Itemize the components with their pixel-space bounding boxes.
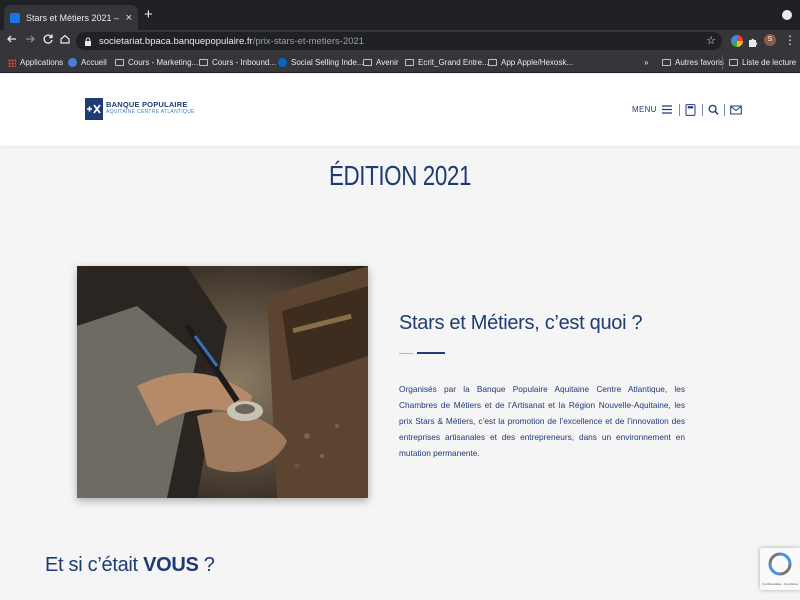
divider <box>399 353 413 354</box>
tab-title: Stars et Métiers 2021 – Societ <box>26 12 122 23</box>
url-path: /prix-stars-et-metiers-2021 <box>252 35 365 47</box>
site-header: BANQUE POPULAIRE AQUITAINE CENTRE ATLANT… <box>0 74 800 146</box>
bookmark-social-selling[interactable]: Social Selling Inde... <box>278 55 364 70</box>
back-icon[interactable] <box>5 33 19 47</box>
reading-list-icon <box>729 59 738 66</box>
home-icon[interactable] <box>58 33 72 47</box>
page-icon <box>488 59 497 66</box>
bookmark-star-icon[interactable]: ☆ <box>706 34 716 47</box>
extension-color-icon[interactable] <box>731 35 743 47</box>
profile-avatar[interactable]: S <box>764 34 776 46</box>
header-separator <box>724 104 725 116</box>
bookmark-applications[interactable]: Applications <box>8 55 63 70</box>
new-tab-button[interactable]: + <box>144 7 153 23</box>
edition-title: ÉDITION 2021 <box>328 160 472 191</box>
recaptcha-links[interactable]: Confidentialité - Conditions <box>762 582 798 586</box>
close-tab-icon[interactable]: × <box>126 12 132 24</box>
reading-list[interactable]: Liste de lecture <box>722 55 796 70</box>
bookmark-cours-marketing[interactable]: Cours - Marketing... <box>115 55 198 70</box>
favicon-icon <box>10 12 20 23</box>
page-icon <box>115 59 124 66</box>
section-description: Organisés par la Banque Populaire Aquita… <box>399 384 685 458</box>
page-icon <box>199 59 208 66</box>
browser-toolbar: societariat.bpaca.banquepopulaire.fr /pr… <box>0 30 800 52</box>
address-bar[interactable]: societariat.bpaca.banquepopulaire.fr /pr… <box>76 32 722 50</box>
browser-tab-bar: Stars et Métiers 2021 – Societ × + <box>0 0 800 30</box>
search-icon[interactable] <box>708 104 719 116</box>
extensions-puzzle-icon[interactable] <box>747 35 759 47</box>
site-favicon-icon <box>68 58 77 67</box>
recaptcha-badge[interactable]: Confidentialité - Conditions <box>760 548 800 590</box>
bookmark-accueil[interactable]: Accueil <box>68 55 107 70</box>
logo-name: BANQUE POPULAIRE <box>106 100 188 109</box>
artisan-photo <box>77 266 368 498</box>
menu-label[interactable]: MENU <box>632 105 657 114</box>
calculator-icon[interactable] <box>685 104 696 116</box>
bookmark-app-apple[interactable]: App Apple/Hexosk... <box>488 55 573 70</box>
browser-tab[interactable]: Stars et Métiers 2021 – Societ × <box>4 5 138 30</box>
bookmark-avenir[interactable]: Avenir <box>363 55 399 70</box>
page-icon <box>363 59 372 66</box>
bookmark-other-favorites[interactable]: Autres favoris <box>662 55 724 70</box>
header-separator <box>679 104 680 116</box>
mail-icon[interactable] <box>730 104 742 116</box>
browser-menu-icon[interactable]: ⋮ <box>784 33 796 47</box>
bookmarks-bar: Applications Accueil Cours - Marketing..… <box>0 52 800 73</box>
recaptcha-icon <box>768 552 792 576</box>
call-to-action-heading: Et si c’était VOUS ? <box>45 554 215 576</box>
url-host: societariat.bpaca.banquepopulaire.fr <box>99 35 253 47</box>
divider-accent <box>417 352 445 354</box>
bookmarks-overflow[interactable]: » <box>644 55 648 70</box>
lock-icon <box>85 37 91 46</box>
page-icon <box>405 59 414 66</box>
section-title: Stars et Métiers, c’est quoi ? <box>399 312 643 334</box>
forward-icon[interactable] <box>23 33 37 47</box>
bookmark-ecrit[interactable]: Ecrit_Grand Entre... <box>405 55 489 70</box>
tab-search-icon[interactable] <box>782 10 792 20</box>
banque-populaire-logo-icon[interactable] <box>85 98 103 120</box>
site-favicon-icon <box>278 58 287 67</box>
header-separator <box>702 104 703 116</box>
bookmark-cours-inbound[interactable]: Cours - Inbound... <box>199 55 276 70</box>
hamburger-menu-icon[interactable] <box>662 105 672 114</box>
folder-icon <box>662 59 671 66</box>
reload-icon[interactable] <box>41 33 55 47</box>
apps-grid-icon <box>8 58 16 67</box>
logo-subtitle: AQUITAINE CENTRE ATLANTIQUE <box>106 109 195 115</box>
